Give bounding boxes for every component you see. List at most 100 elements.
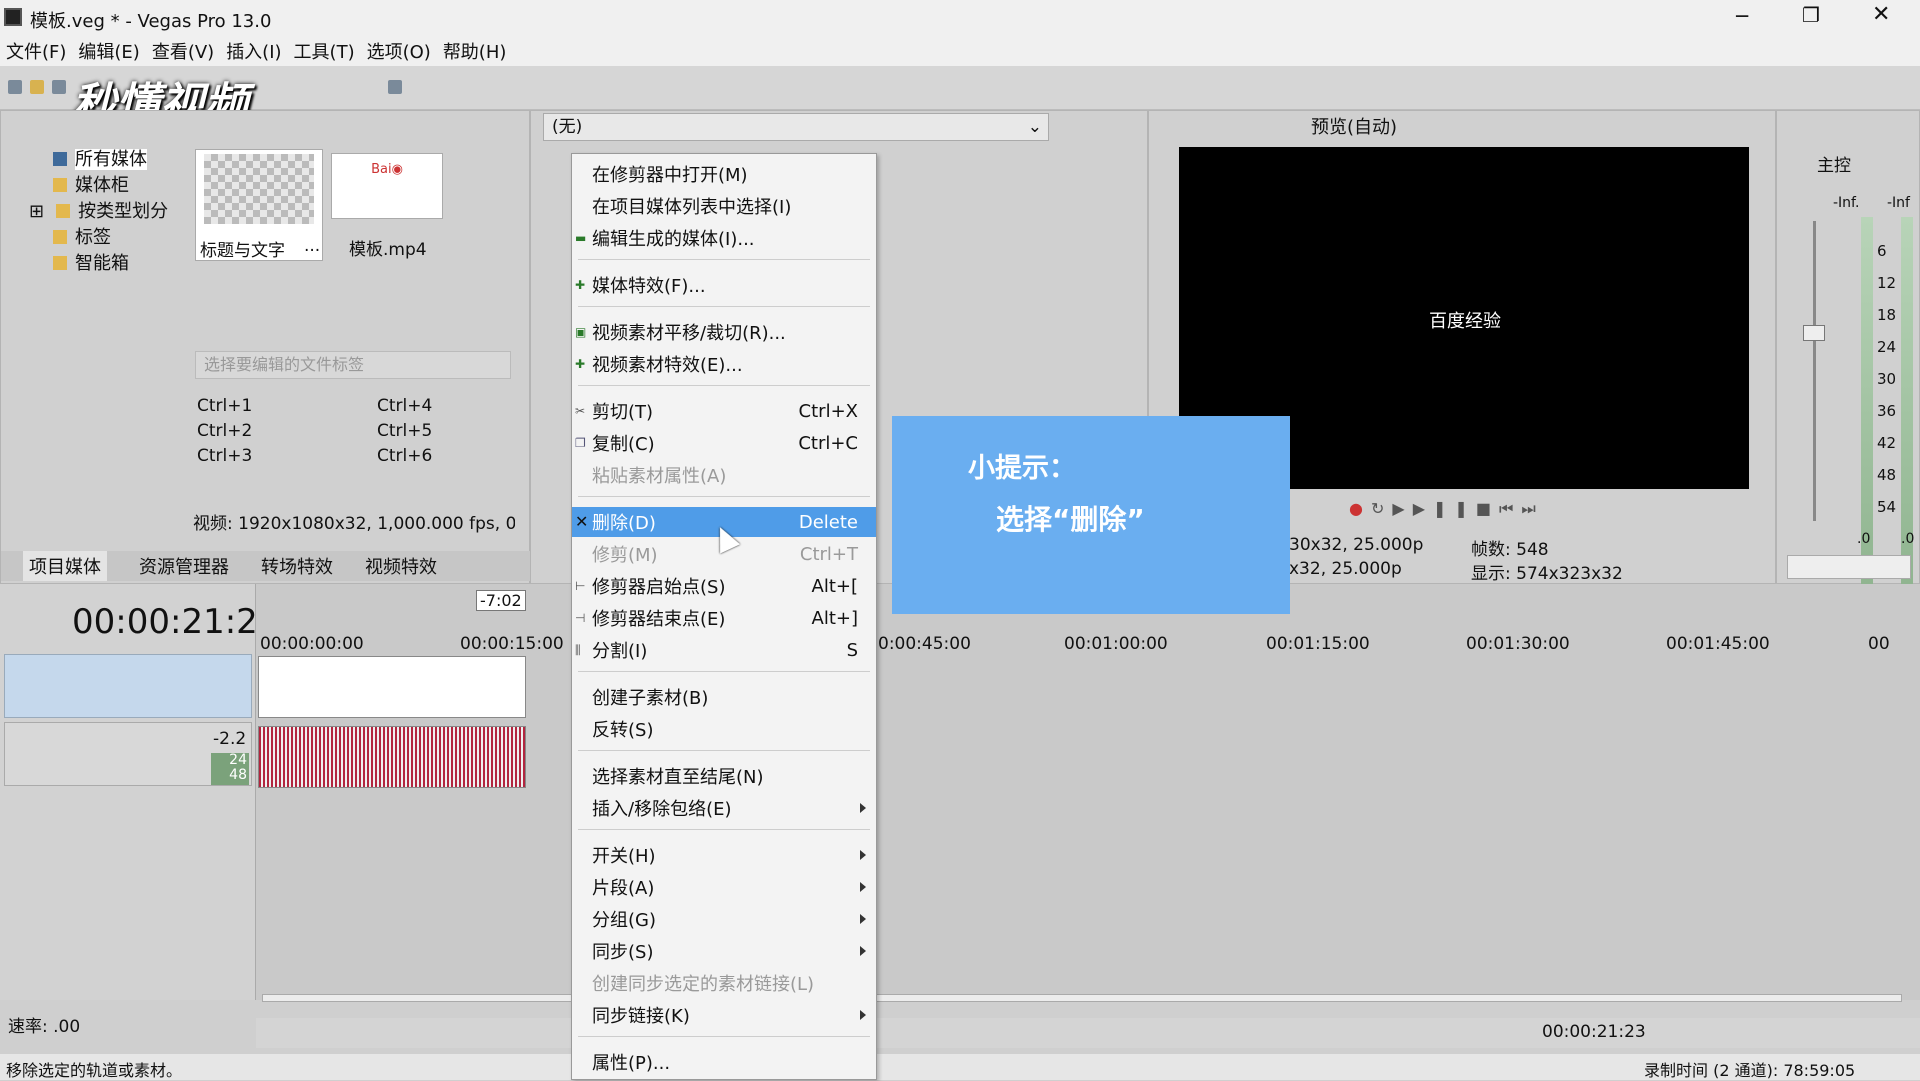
menu-item-select-in-media-list[interactable]: 在项目媒体列表中选择(I) [572,191,876,221]
media-tabs: 项目媒体 资源管理器 转场特效 视频特效 [1,551,531,581]
menu-item-synchronize[interactable]: 同步(S) [572,936,876,966]
timeline-hscrollbar[interactable] [262,994,1902,1002]
minimize-icon[interactable]: ─ [1736,4,1748,28]
menu-item-cut[interactable]: ✂ 剪切(T) Ctrl+X [572,396,876,426]
media-tree: 所有媒体 媒体柜 ⊞ 按类型划分 标签 智能箱 [9,147,189,277]
menu-item-take[interactable]: 片段(A) [572,872,876,902]
bottom-transport-bar: 00:00:21:23 [256,1018,1920,1048]
menu-item-switches[interactable]: 开关(H) [572,840,876,870]
submenu-arrow-icon [860,803,866,813]
menu-insert[interactable]: 插入(I) [226,38,281,64]
menu-item-create-subclip[interactable]: 创建子素材(B) [572,682,876,712]
media-thumb-label: 标题与文字 [200,241,285,261]
loop-icon[interactable]: ↻ [1371,499,1392,518]
shortcut-label: Ctrl+2 [197,421,253,441]
menu-item-media-fx[interactable]: ✚ 媒体特效(F)... [572,270,876,300]
menu-item-pan-crop[interactable]: ▣ 视频素材平移/裁切(R)... [572,317,876,347]
thumb-checker [204,154,314,224]
tree-item-tags[interactable]: 标签 [9,225,189,251]
tab-video-fx[interactable]: 视频特效 [365,553,437,579]
baidu-thumb-image: Bai◉ [331,153,443,219]
audio-volume-db: -2.2 [213,729,247,749]
menu-item-open-in-trimmer[interactable]: 在修剪器中打开(M) [572,159,876,189]
save-icon[interactable] [52,80,66,94]
shortcut-label: Ctrl+6 [377,446,433,466]
chevron-down-icon: ⌄ [1027,117,1042,137]
menu-item-group[interactable]: 分组(G) [572,904,876,934]
tree-item-by-type[interactable]: ⊞ 按类型划分 [9,199,189,225]
tip-title: 小提示： [968,453,1076,484]
preview-transport: ●↻▶▶❚❚■⏮⏭ [1349,499,1544,519]
media-info: 视频: 1920x1080x32, 1,000.000 fps, 00 [193,514,515,534]
app-icon [4,8,22,26]
menu-item-sync-link[interactable]: 同步链接(K) [572,1000,876,1030]
tree-item-all-media[interactable]: 所有媒体 [9,147,189,173]
close-icon[interactable]: ✕ [1872,2,1890,27]
track-header-area: 00:00:21:23 -2.2 24 48 速率: .00 [0,584,279,1037]
meter-inf-left: -Inf. [1833,195,1860,211]
shortcut-label: Ctrl+5 [377,421,433,441]
menu-item-clip-fx[interactable]: ✚ 视频素材特效(E)... [572,349,876,379]
menu-tools[interactable]: 工具(T) [294,38,355,64]
stop-icon[interactable]: ■ [1476,499,1499,518]
menu-item-reverse[interactable]: 反转(S) [572,714,876,744]
play-icon[interactable]: ▶ [1413,499,1433,518]
tree-item-smart-bins[interactable]: 智能箱 [9,251,189,277]
menu-item-paste-attributes[interactable]: 粘贴素材属性(A) [572,460,876,490]
display-size: 显示: 574x323x32 [1471,564,1623,584]
menu-help[interactable]: 帮助(H) [443,38,507,64]
restore-icon[interactable]: ❐ [1802,3,1820,27]
clip-context-menu: 在修剪器中打开(M) 在项目媒体列表中选择(I) ▬ 编辑生成的媒体(I)... … [571,153,877,1080]
preview-info: x32, 25.000p [1289,559,1402,579]
menu-item-edit-generated-media[interactable]: ▬ 编辑生成的媒体(I)... [572,223,876,253]
menu-item-split[interactable]: ⫼ 分割(I) S [572,635,876,665]
menu-view[interactable]: 查看(V) [152,38,214,64]
menu-item-properties[interactable]: 属性(P)... [572,1047,876,1077]
play-icon[interactable]: ▶ [1392,499,1412,518]
video-track-header[interactable] [4,654,252,718]
title-bar: 模板.veg * - Vegas Pro 13.0 ─ ❐ ✕ [0,0,1920,36]
frame-count: 帧数: 548 [1471,540,1549,560]
preview-mode-select[interactable]: 预览(自动) [1311,113,1397,139]
video-clip[interactable] [258,656,526,718]
menu-options[interactable]: 选项(O) [367,38,431,64]
master-fader[interactable] [1803,325,1825,341]
help-icon[interactable] [388,80,402,94]
shortcut-label: Ctrl+4 [377,396,433,416]
tag-search-input[interactable]: 选择要编辑的文件标签 [195,351,511,379]
media-thumb-more: ... [304,236,321,256]
delete-x-icon: ✕ [575,512,589,531]
tree-item-bins[interactable]: 媒体柜 [9,173,189,199]
master-scrollbar[interactable] [1787,555,1911,579]
menu-item-insert-remove-envelope[interactable]: 插入/移除包络(E) [572,793,876,823]
tab-explorer[interactable]: 资源管理器 [139,553,229,579]
trimmer-select[interactable]: (无) ⌄ [543,113,1049,141]
menu-edit[interactable]: 编辑(E) [78,38,139,64]
new-icon[interactable] [8,80,22,94]
media-thumb-video[interactable]: Bai◉ 模板.mp4 [329,149,447,261]
menu-file[interactable]: 文件(F) [6,38,66,64]
menu-bar: 文件(F) 编辑(E) 查看(V) 插入(I) 工具(T) 选项(O) 帮助(H… [0,36,1920,66]
tab-project-media[interactable]: 项目媒体 [23,551,107,581]
timeline-area: -7:02 00:00:00:00 00:00:15:00 0:00:45:00… [256,584,1920,1002]
main-toolbar: 秒懂视频 [0,66,1920,130]
tip-box: 小提示： 选择“删除” [892,416,1290,614]
shortcut-label: Ctrl+1 [197,396,253,416]
menu-item-trim-start[interactable]: ⊢ 修剪器启始点(S) Alt+[ [572,571,876,601]
media-thumb-title[interactable]: 标题与文字 ... [195,149,323,261]
record-icon[interactable]: ● [1349,499,1371,518]
preview-overlay-text: 百度经验 [1429,311,1501,332]
prev-icon[interactable]: ⏮ [1499,499,1521,518]
menu-item-select-to-end[interactable]: 选择素材直至结尾(N) [572,761,876,791]
menu-item-create-sync-link[interactable]: 创建同步选定的素材链接(L) [572,968,876,998]
audio-clip-waveform[interactable] [258,726,526,788]
tab-transitions[interactable]: 转场特效 [261,553,333,579]
audio-track-header[interactable]: -2.2 24 48 [4,722,252,786]
master-label: 主控 [1817,156,1851,176]
open-icon[interactable] [30,80,44,94]
menu-item-copy[interactable]: ❐ 复制(C) Ctrl+C [572,428,876,458]
playback-rate: 速率: .00 [8,1017,81,1037]
pause-icon[interactable]: ❚❚ [1433,499,1476,518]
menu-item-trim-end[interactable]: ⊣ 修剪器结束点(E) Alt+] [572,603,876,633]
next-icon[interactable]: ⏭ [1521,499,1543,518]
